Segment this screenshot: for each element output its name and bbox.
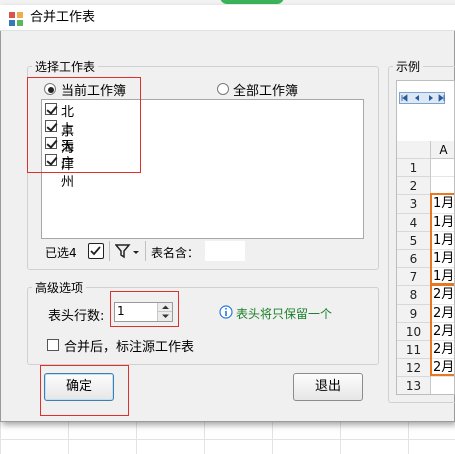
row-cell <box>431 377 454 394</box>
dialog-title: 合并工作表 <box>30 10 96 25</box>
sheet-name-contains-label: 表名含： <box>151 246 200 260</box>
row-number: 10 <box>397 322 431 341</box>
row-number: 6 <box>397 250 431 269</box>
background-ribbon-badge <box>220 0 284 4</box>
advanced-options-legend: 高级选项 <box>35 281 84 295</box>
background-spreadsheet-grid <box>0 420 455 454</box>
row-number: 7 <box>397 268 431 287</box>
column-header-a: A <box>431 141 454 159</box>
row-number: 2 <box>397 177 431 196</box>
row-number: 1 <box>397 159 431 178</box>
highlight-box-sheets <box>27 77 141 173</box>
table-row: 1 <box>397 159 454 178</box>
row-number: 5 <box>397 231 431 250</box>
highlight-box-ok <box>40 365 129 416</box>
example-legend: 示例 <box>396 60 421 74</box>
footer-divider <box>109 241 110 261</box>
info-icon <box>219 305 233 319</box>
highlight-box-header-rows <box>110 291 179 327</box>
table-row: 13 <box>397 377 454 394</box>
row-number: 12 <box>397 359 431 378</box>
mark-source-label[interactable]: 合并后，标注源工作表 <box>64 336 194 355</box>
sheet-nav-icon <box>399 92 445 104</box>
row-number: 3 <box>397 195 431 214</box>
sheet-name-contains-input[interactable] <box>205 241 245 261</box>
row-cell <box>431 159 454 178</box>
exit-button[interactable]: 退出 <box>293 373 363 401</box>
app-icon <box>9 12 23 26</box>
select-all-toggle[interactable] <box>88 243 104 259</box>
radio-all-workbooks-label[interactable]: 全部工作簿 <box>233 80 298 99</box>
radio-all-workbooks[interactable] <box>217 83 229 95</box>
corner-header <box>397 141 431 159</box>
footer-divider <box>145 241 146 261</box>
example-group-1-outline <box>430 193 454 285</box>
select-sheets-legend: 选择工作表 <box>35 60 96 74</box>
row-number: 13 <box>397 377 431 394</box>
filter-dropdown-icon[interactable] <box>115 243 141 260</box>
header-rows-label: 表头行数: <box>48 309 105 324</box>
info-text: 表头将只保留一个 <box>236 307 333 321</box>
row-number: 9 <box>397 304 431 323</box>
check-icon <box>90 246 101 256</box>
example-group-2-outline <box>430 284 454 376</box>
example-toolbar <box>397 81 454 141</box>
example-sheet-preview: A 1 2 3 1月 4 1月 5 1月 6 1月 7 1月 8 2月 9 2月 10 2月 11 2月 12 2月 13 <box>396 80 455 395</box>
selected-count: 已选4 <box>45 246 77 260</box>
mark-source-checkbox[interactable] <box>47 339 59 351</box>
row-number: 8 <box>397 286 431 305</box>
row-number: 4 <box>397 213 431 232</box>
row-number: 11 <box>397 341 431 360</box>
